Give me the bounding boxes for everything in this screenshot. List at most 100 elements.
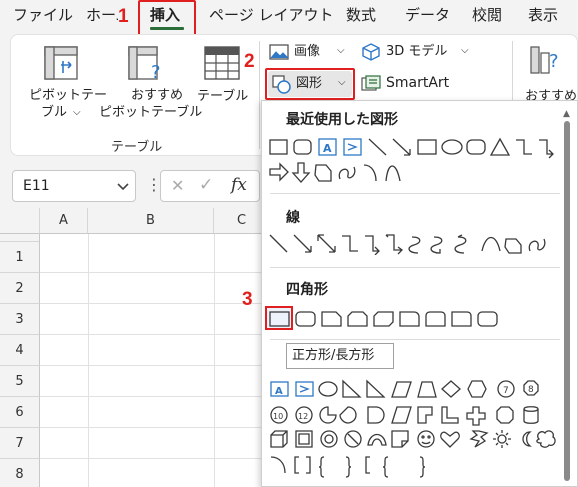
chevron-down-icon: ⌵ [73,107,81,118]
round-diagonal-rectangle-icon [477,311,498,327]
table-label: テーブル [197,89,249,104]
tab-home[interactable]: ホーム [86,4,118,25]
row-header-2[interactable]: 2 [0,273,40,304]
row-header-8[interactable]: 8 [0,459,40,487]
worksheet-grid[interactable] [0,208,268,487]
svg-text:?: ? [549,51,559,72]
snip-same-side-rectangle-icon [347,311,368,327]
rectangles-row[interactable] [268,309,498,329]
chevron-down-icon [117,183,129,191]
snip-corner-rectangle-icon [321,311,342,327]
svg-text:12: 12 [298,412,308,421]
name-box[interactable]: E11 [12,170,136,202]
tab-view[interactable]: 表示 [528,4,558,25]
grid-line [40,272,268,273]
insert-function-icon[interactable]: fx [231,175,247,195]
pivot-table-label-2: ブル [41,105,68,120]
section-divider [270,267,560,268]
row-header-5[interactable]: 5 [0,366,40,397]
3d-model-button[interactable]: 3D モデル ⌵ [359,41,474,63]
recommended-charts-icon: ? [530,46,559,74]
table-icon [204,46,240,80]
svg-text:A: A [323,142,332,155]
lines-heading: 線 [286,210,300,226]
cancel-icon[interactable]: ✕ [171,176,184,195]
smartart-button[interactable]: SmartArt [359,73,469,95]
row-header-6[interactable]: 6 [0,397,40,428]
highlight-shapes-button [265,68,355,100]
excel-window: ファイル ホーム 挿入 ページ レイアウト 数式 データ 校閲 表示 1 ピボッ… [0,0,578,487]
grid-line [40,427,268,428]
enter-icon[interactable]: ✓ [199,175,213,195]
image-button[interactable]: 画像 ⌵ [267,41,347,63]
recommended-pivot-button[interactable]: ? おすすめ ピボットテーブル [97,41,202,131]
group-divider [512,41,513,101]
line-shape-icon [368,138,387,156]
triangle-shape-icon [489,137,511,156]
smartart-label: SmartArt [386,75,450,91]
svg-text:7: 7 [503,386,509,396]
row-header-3[interactable]: 3 [0,304,40,335]
column-header-a[interactable]: A [40,208,88,234]
grid-line [40,396,268,397]
shapes-gallery-dropdown: 最近使用した図形 線 四角形 ▲ A A 7 8 10 12 [261,100,578,487]
elbow-arrow-connector-icon [539,139,554,159]
tab-page-layout[interactable]: ページ レイアウト [209,4,333,25]
tab-review[interactable]: 校閲 [472,4,502,25]
recent-shapes-heading: 最近使用した図形 [286,112,398,128]
step-1-marker: 1 [118,6,129,27]
textbox-shape-icon: A [318,138,337,156]
row-header-1[interactable]: 1 [0,242,40,273]
svg-text:10: 10 [273,412,283,421]
cube-icon [362,43,380,61]
chevron-down-icon: ⌵ [461,45,469,56]
image-icon [269,44,289,60]
row-header-7[interactable]: 7 [0,428,40,459]
step-2-marker: 2 [244,51,255,72]
ribbon-tab-bar: ファイル ホーム 挿入 ページ レイアウト 数式 データ 校閲 表示 [0,0,578,32]
recent-shapes-row-1[interactable]: A [268,137,558,159]
group-divider [259,41,260,149]
arc-shape-icon [363,164,377,182]
tab-formulas[interactable]: 数式 [346,4,376,25]
highlight-insert-tab [138,0,196,37]
tab-data[interactable]: データ [405,4,450,25]
basic-shapes-grid[interactable]: A 7 8 10 12 [268,379,558,479]
image-label: 画像 [294,44,321,59]
pivot-table-button[interactable]: ピボットテー ブル ⌵ [23,41,107,131]
row-header-spacer [0,234,40,242]
rectangles-heading: 四角形 [286,282,328,298]
svg-text:?: ? [151,62,161,83]
lines-row[interactable] [268,233,558,255]
curve-shape-icon [385,165,401,182]
select-all-corner[interactable] [0,208,40,234]
snip-diagonal-rectangle-icon [373,311,394,327]
row-header-4[interactable]: 4 [0,335,40,366]
right-arrow-shape-icon [269,162,289,182]
column-header-b[interactable]: B [88,208,214,234]
round-same-side-rectangle-icon [425,311,446,327]
pivot-table-icon [44,46,78,80]
rounded-rectangle-shape-icon [295,311,316,327]
grid-line [40,365,268,366]
recommended-pivot-label-1: おすすめ [131,88,184,103]
elbow-connector-icon [516,139,532,155]
section-divider [270,339,560,340]
scroll-thumb[interactable] [564,121,570,481]
recent-shapes-row-2[interactable] [268,161,428,185]
step-3-marker: 3 [242,289,253,310]
dropdown-scrollbar[interactable]: ▲ [562,109,572,484]
snip-round-rectangle-icon [399,311,420,327]
tab-file[interactable]: ファイル [13,4,73,25]
section-divider [270,193,560,194]
down-arrow-shape-icon [291,162,311,183]
rectangle-shape-icon [417,139,437,155]
vertical-textbox-shape-icon [343,138,362,156]
rectangle-shape-icon [269,139,288,155]
grid-line [40,458,268,459]
svg-text:8: 8 [528,385,534,395]
scribble-shape-icon [338,166,356,180]
rectangle-shape-icon [269,311,290,327]
scroll-up-arrow-icon[interactable]: ▲ [563,109,570,119]
3d-model-label: 3D モデル [386,44,448,59]
